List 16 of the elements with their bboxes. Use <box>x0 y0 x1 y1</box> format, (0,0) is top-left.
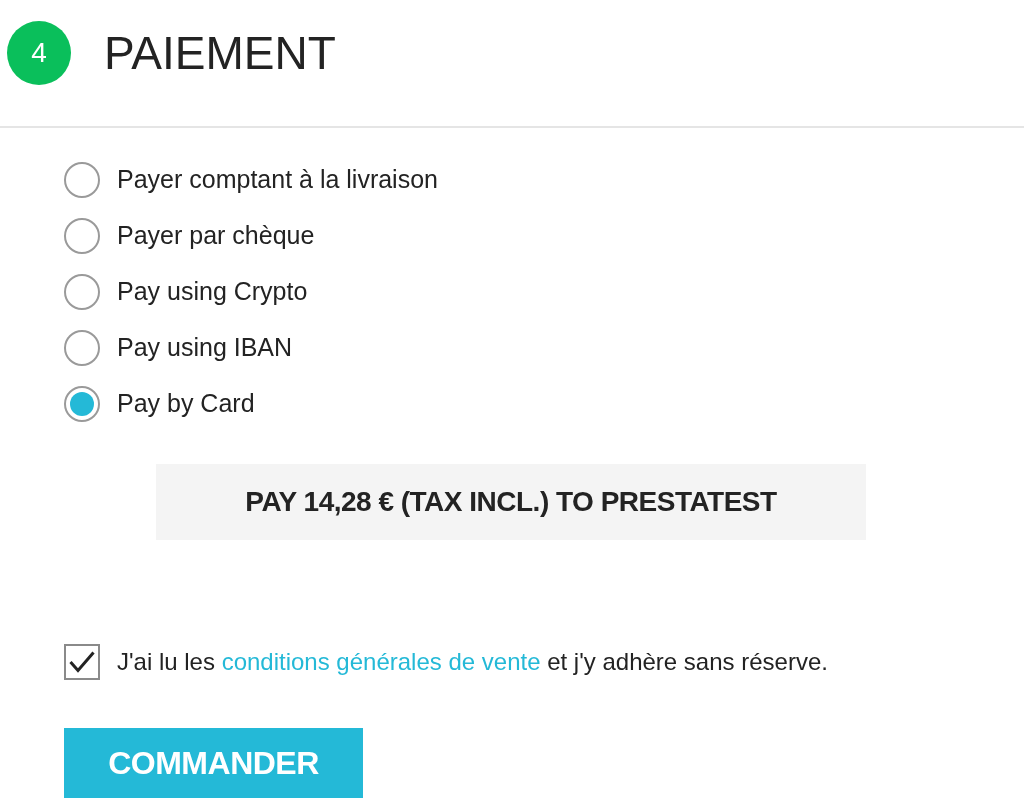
payment-option-label[interactable]: Payer comptant à la livraison <box>117 161 438 199</box>
step-number: 4 <box>7 21 71 85</box>
payment-option-label[interactable]: Pay by Card <box>117 385 255 423</box>
radio-button[interactable] <box>64 274 100 310</box>
radio-button[interactable] <box>64 386 100 422</box>
payment-option-label[interactable]: Pay using IBAN <box>117 329 293 367</box>
radio-button[interactable] <box>64 218 100 254</box>
payment-option-label[interactable]: Pay using Crypto <box>117 273 308 311</box>
checkmark-icon <box>69 651 95 673</box>
pay-button[interactable]: PAY 14,28 € (TAX INCL.) TO PRESTATEST <box>156 464 866 540</box>
checkbox[interactable] <box>64 644 100 680</box>
payment-option-label[interactable]: Payer par chèque <box>117 217 315 255</box>
terms-text: J'ai lu les conditions générales de vente et j'y adhère sans réserve. <box>117 647 828 677</box>
radio-button[interactable] <box>64 162 100 198</box>
section-title: PAIEMENT <box>104 30 336 76</box>
radio-button[interactable] <box>64 330 100 366</box>
